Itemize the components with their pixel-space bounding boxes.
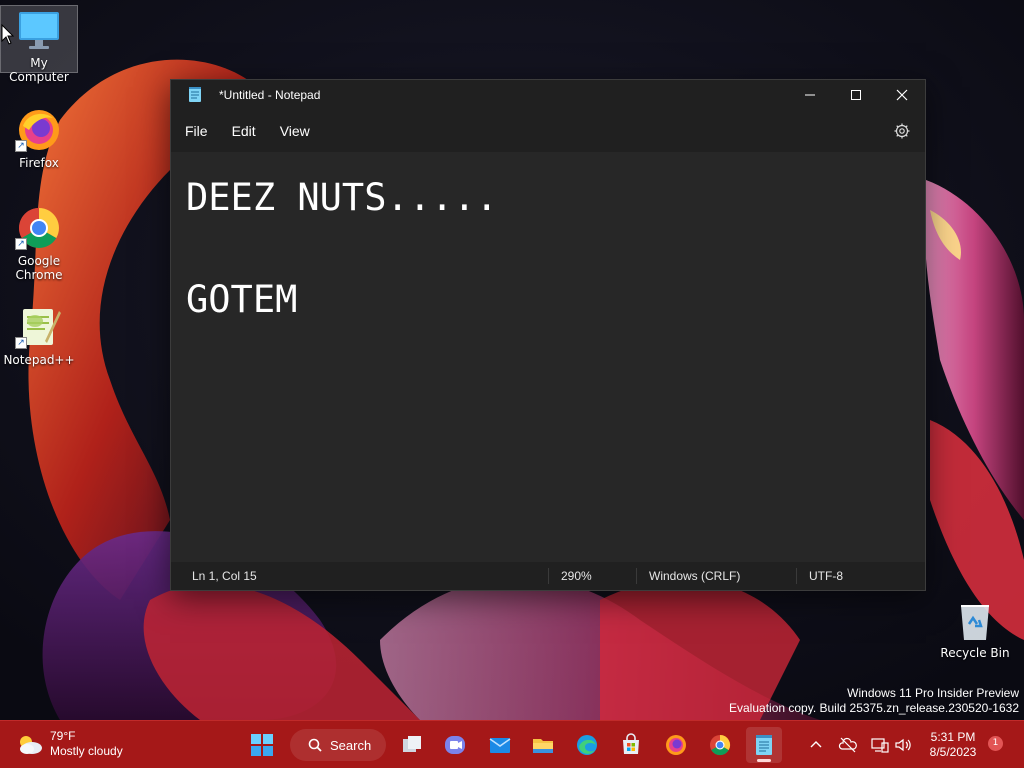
desktop-icon-label: Notepad++ [3,353,75,367]
menu-file[interactable]: File [175,117,218,145]
search-icon [308,738,322,752]
desktop-icon-label: My Computer [9,56,69,84]
cloud-offline-icon [838,737,857,753]
active-indicator [757,759,771,762]
recycle-bin-icon [951,596,999,644]
notepad-icon [756,735,772,755]
chrome-icon [710,734,731,756]
title-bar[interactable]: *Untitled - Notepad [171,80,925,110]
task-view-icon [403,736,421,752]
windows-watermark: Windows 11 Pro Insider Preview Evaluatio… [729,686,1019,716]
clock-date: 8/5/2023 [929,745,977,759]
file-explorer-icon [533,739,553,753]
shortcut-arrow-icon: ↗ [15,140,27,152]
cursor-position: Ln 1, Col 15 [192,569,257,583]
notepadpp-icon: ↗ [15,303,63,351]
taskbar-search[interactable]: Search [290,729,386,761]
shortcut-arrow-icon: ↗ [15,337,27,349]
desktop-icon-recycle-bin[interactable]: Recycle Bin [936,596,1014,660]
taskbar-clock[interactable]: 5:31 PM 8/5/2023 [920,730,986,760]
store-icon [623,733,639,754]
onedrive-tray-button[interactable] [838,735,858,755]
task-view-button[interactable] [394,727,430,763]
volume-tray-button[interactable] [893,735,913,755]
edge-icon [577,735,597,755]
window-title: *Untitled - Notepad [219,88,321,102]
desktop-icon-firefox[interactable]: ↗ Firefox [0,106,78,170]
mail-button[interactable] [482,727,518,763]
volume-icon [895,738,911,752]
encoding: UTF-8 [809,569,843,583]
status-bar: Ln 1, Col 15 290% Windows (CRLF) UTF-8 [171,562,925,590]
weather-condition: Mostly cloudy [50,744,123,758]
status-divider [636,568,637,584]
network-icon [871,738,889,753]
watermark-line-2: Evaluation copy. Build 25375.zn_release.… [729,701,1019,715]
firefox-icon [666,735,686,755]
chrome-taskbar-button[interactable] [702,727,738,763]
desktop-icon-label: Google Chrome [15,254,63,282]
close-icon [896,89,908,101]
desktop-icon-notepadpp[interactable]: ↗ Notepad++ [0,303,78,367]
notepad-app-icon [189,87,201,102]
minimize-button[interactable] [787,80,833,110]
minimize-icon [805,94,815,96]
teams-chat-icon [445,736,465,754]
text-editor-area[interactable]: DEEZ NUTS..... GOTEM [171,152,925,566]
status-divider [548,568,549,584]
chevron-up-icon [810,741,822,748]
teams-chat-button[interactable] [437,727,473,763]
clock-time: 5:31 PM [930,730,976,744]
chrome-icon: ↗ [15,204,63,252]
zoom-level: 290% [561,569,592,583]
start-icon [251,734,273,756]
menu-bar: File Edit View [171,110,925,152]
monitor-icon [15,6,63,54]
notification-badge[interactable]: 1 [988,736,1003,751]
menu-view[interactable]: View [270,117,320,145]
desktop-icon-label: Firefox [19,156,59,170]
file-explorer-button[interactable] [525,727,561,763]
taskbar: 79°F Mostly cloudy Search 5:31 PM 8/5/20… [0,720,1024,768]
firefox-taskbar-button[interactable] [658,727,694,763]
edge-button[interactable] [569,727,605,763]
search-label: Search [330,737,372,753]
close-button[interactable] [879,80,925,110]
notepad-window[interactable]: *Untitled - Notepad File Edit View DEEZ … [170,79,926,591]
shortcut-arrow-icon: ↗ [15,238,27,250]
network-tray-button[interactable] [870,735,890,755]
weather-temp: 79°F [50,729,76,743]
firefox-icon: ↗ [15,106,63,154]
menu-edit[interactable]: Edit [222,117,266,145]
status-divider [796,568,797,584]
notepad-taskbar-button[interactable] [746,727,782,763]
store-button[interactable] [613,727,649,763]
desktop-icon-label: Recycle Bin [940,646,1010,660]
mouse-cursor-icon [1,24,15,45]
mail-icon [489,738,511,753]
start-button[interactable] [244,727,280,763]
show-hidden-icons-button[interactable] [806,735,826,755]
maximize-icon [851,90,861,100]
cloudy-weather-icon [20,736,42,754]
line-ending: Windows (CRLF) [649,569,741,583]
maximize-button[interactable] [833,80,879,110]
desktop-icon-chrome[interactable]: ↗ Google Chrome [0,204,78,282]
weather-widget[interactable]: 79°F Mostly cloudy [16,729,123,759]
settings-gear-icon[interactable] [893,122,911,140]
watermark-line-1: Windows 11 Pro Insider Preview [847,686,1019,700]
